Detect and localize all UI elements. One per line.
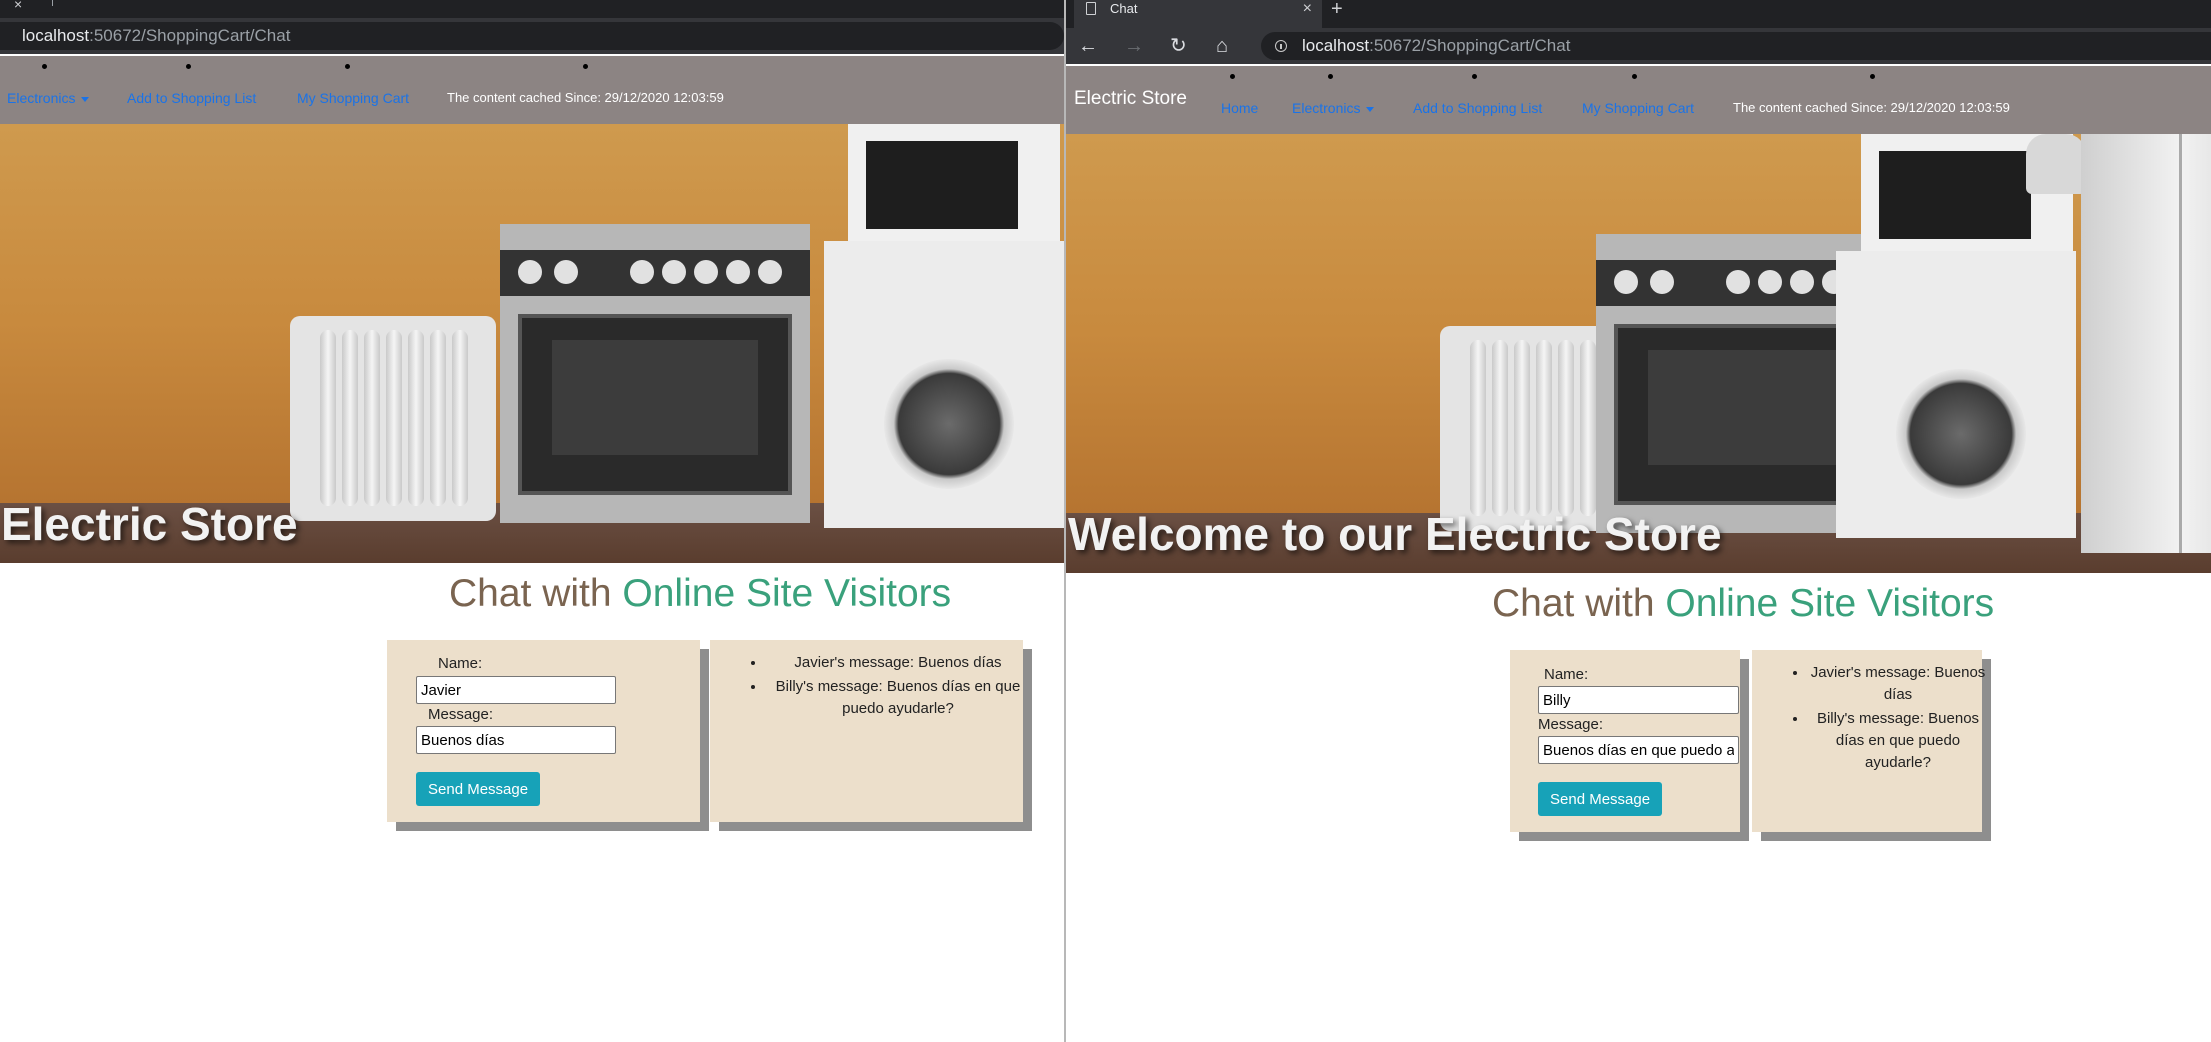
message-label: Message: [428,706,494,723]
address-url: localhost:50672/ShoppingCart/Chat [1302,36,1571,55]
nav-bullet [42,64,47,69]
hero-title: Welcome to our Electric Store [1068,508,1722,560]
nav-bullet [345,64,350,69]
nav-bullet [1472,74,1477,79]
chevron-down-icon [81,96,90,102]
cache-status-text: The content cached Since: 29/12/2020 12:… [1733,100,2010,115]
message-item: Javier's message: Buenos días [766,652,1030,674]
right-browser-window: Chat × + ← → ↻ ⌂ localhost:50672/Shoppin… [1066,0,2211,1042]
washing-machine-image [824,241,1064,528]
hero-title: Welcome to our Electric Store [0,498,298,550]
message-input[interactable] [1538,736,1739,764]
cache-status-text: The content cached Since: 29/12/2020 12:… [447,90,724,105]
nav-home[interactable]: Home [1221,100,1258,116]
nav-my-shopping-cart[interactable]: My Shopping Cart [1582,100,1694,116]
browser-toolbar: localhost:50672/ShoppingCart/Chat [0,18,1064,54]
tab-close-icon[interactable]: × [14,0,22,12]
chevron-down-icon [1366,106,1375,112]
nav-my-shopping-cart[interactable]: My Shopping Cart [297,90,409,106]
reload-icon[interactable]: ↻ [1170,28,1187,64]
address-bar[interactable]: localhost:50672/ShoppingCart/Chat [0,22,1064,50]
name-input[interactable] [416,676,616,704]
site-navbar: Electronics Add to Shopping List My Shop… [0,56,1064,124]
nav-bullet [1230,74,1235,79]
send-message-button[interactable]: Send Message [1538,782,1663,816]
send-message-button[interactable]: Send Message [416,772,541,806]
nav-bullet [1870,74,1875,79]
iron-image [2026,134,2086,194]
washing-machine-image [1836,251,2076,538]
tab-strip: Chat × + [1066,0,2211,28]
address-url: localhost:50672/ShoppingCart/Chat [22,26,291,45]
address-bar[interactable]: localhost:50672/ShoppingCart/Chat [1261,32,2211,60]
message-item: Billy's message: Buenos días en que pued… [1808,708,1988,774]
message-list: Javier's message: Buenos días Billy's me… [744,652,1030,722]
forward-icon[interactable]: → [1124,28,1144,64]
chat-form-card: Name: Message: Send Message [387,640,700,822]
close-icon[interactable]: × [1303,0,1312,18]
document-icon [1086,2,1096,15]
message-item: Javier's message: Buenos días [1808,662,1988,706]
nav-add-to-shopping-list[interactable]: Add to Shopping List [1413,100,1542,116]
tab-edge [52,0,53,6]
tab-chat[interactable]: Chat × [1074,0,1322,28]
stove-image [500,224,810,523]
tab-title: Chat [1110,1,1138,16]
hero-banner: Welcome to our Electric Store [1066,134,2211,573]
nav-bullet [186,64,191,69]
home-icon[interactable]: ⌂ [1216,28,1228,64]
new-tab-icon[interactable]: + [1331,0,1343,21]
message-list: Javier's message: Buenos días Billy's me… [1786,662,1988,776]
nav-electronics-dropdown[interactable]: Electronics [7,90,90,106]
back-icon[interactable]: ← [1078,28,1098,64]
name-label: Name: [1544,666,1589,683]
nav-add-to-shopping-list[interactable]: Add to Shopping List [127,90,256,106]
refrigerator-image [2081,134,2211,553]
chat-heading: Chat with Online Site Visitors [449,572,952,615]
chat-heading: Chat with Online Site Visitors [1492,582,1995,625]
nav-bullet [583,64,588,69]
message-label: Message: [1538,716,1604,733]
radiator-image [290,316,496,521]
message-item: Billy's message: Buenos días en que pued… [766,676,1030,720]
tab-strip: × [0,0,1064,18]
hero-banner: Welcome to our Electric Store [0,124,1064,563]
site-navbar: Electric Store Home Electronics Add to S… [1066,66,2211,134]
chat-messages-card: Javier's message: Buenos días Billy's me… [710,640,1023,822]
chat-messages-card: Javier's message: Buenos días Billy's me… [1752,650,1985,832]
nav-bullet [1328,74,1333,79]
browser-toolbar: ← → ↻ ⌂ localhost:50672/ShoppingCart/Cha… [1066,28,2211,64]
name-label: Name: [438,655,483,672]
name-input[interactable] [1538,686,1739,714]
microwave-image [848,124,1060,253]
site-brand[interactable]: Electric Store [1074,88,1187,110]
left-browser-window: × localhost:50672/ShoppingCart/Chat Elec… [0,0,1064,1042]
chat-form-card: Name: Message: Send Message [1510,650,1740,832]
site-info-icon[interactable] [1275,40,1287,52]
nav-bullet [1632,74,1637,79]
nav-electronics-dropdown[interactable]: Electronics [1292,100,1375,116]
message-input[interactable] [416,726,616,754]
